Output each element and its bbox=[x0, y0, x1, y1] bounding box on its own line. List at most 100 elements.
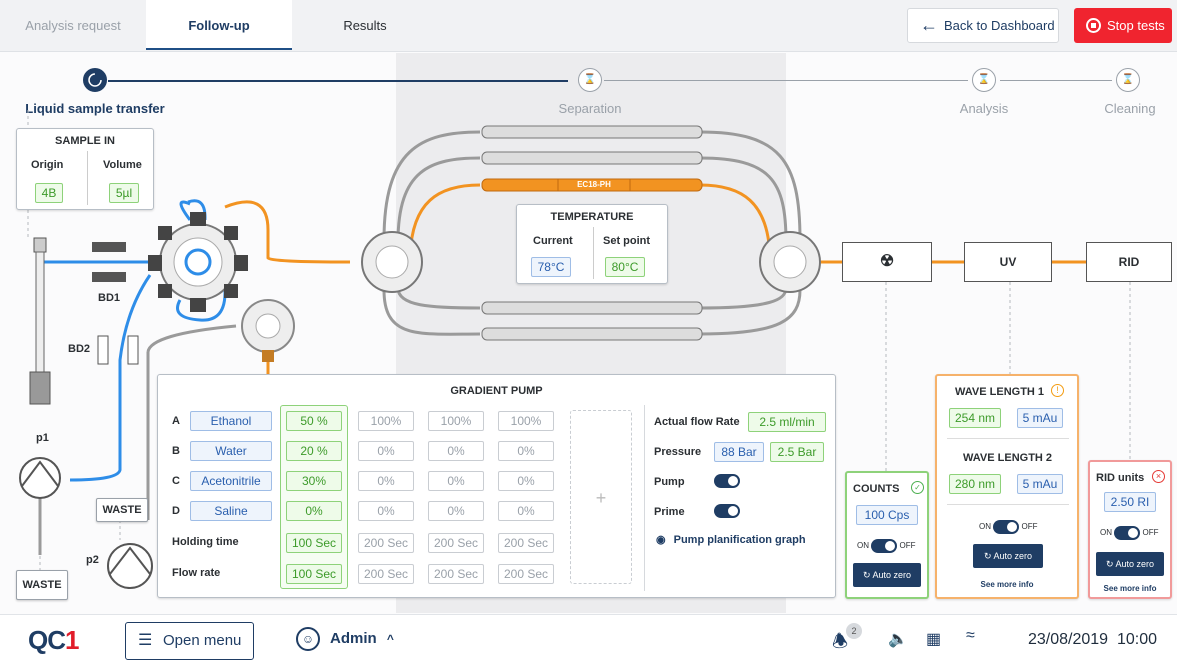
open-menu-label: Open menu bbox=[163, 632, 242, 649]
gradient-percent-cell[interactable]: 0% bbox=[428, 441, 484, 461]
gradient-percent-cell[interactable]: 100% bbox=[358, 411, 414, 431]
holding-time-cell[interactable]: 200 Sec bbox=[498, 533, 554, 553]
gradient-percent-cell[interactable]: 0% bbox=[428, 471, 484, 491]
on-label: ON bbox=[857, 541, 869, 551]
open-menu-button[interactable]: ☰ Open menu bbox=[125, 622, 254, 660]
chevron-up-icon: ^ bbox=[386, 631, 394, 646]
qc1-logo: QC1 bbox=[28, 625, 80, 655]
holding-time-cell[interactable]: 200 Sec bbox=[428, 533, 484, 553]
solvent-name[interactable]: Acetonitrile bbox=[190, 471, 272, 491]
active-step-column[interactable] bbox=[280, 405, 348, 589]
uv-toggle[interactable] bbox=[993, 520, 1020, 534]
gradient-percent-cell[interactable]: 0% bbox=[498, 471, 554, 491]
counts-panel: COUNTS ✓ 100 Cps ON OFF ↻ Auto zero bbox=[845, 471, 929, 599]
divider bbox=[947, 438, 1069, 439]
wl1-value: 5 mAu bbox=[1017, 408, 1063, 428]
on-label: ON bbox=[979, 522, 991, 532]
sample-in-panel: SAMPLE IN Origin Volume 4B 5µl bbox=[16, 128, 154, 210]
refresh-icon: ↻ bbox=[1105, 559, 1114, 569]
autozero-label: Auto zero bbox=[1115, 559, 1155, 569]
network-icon[interactable]: ▦ bbox=[926, 629, 941, 649]
user-menu[interactable]: ☺ Admin ^ bbox=[296, 627, 394, 651]
divider bbox=[947, 504, 1069, 505]
flow-rate-cell[interactable]: 100 Sec bbox=[286, 564, 342, 584]
gradient-percent-cell[interactable]: 100% bbox=[428, 411, 484, 431]
waste-box: WASTE bbox=[96, 498, 148, 522]
gradient-percent-cell[interactable]: 30% bbox=[286, 471, 342, 491]
uv-see-more-link[interactable]: See more info bbox=[957, 580, 1057, 589]
gradient-percent-cell[interactable]: 100% bbox=[498, 411, 554, 431]
wl2-value: 5 mAu bbox=[1017, 474, 1063, 494]
pressure-value: 2.5 Bar bbox=[770, 442, 824, 462]
temperature-title: TEMPERATURE bbox=[550, 211, 634, 223]
off-label: OFF bbox=[899, 541, 916, 551]
gradient-percent-cell[interactable]: 0% bbox=[358, 471, 414, 491]
autozero-label: Auto zero bbox=[993, 551, 1033, 561]
flow-rate-cell[interactable]: 200 Sec bbox=[498, 564, 554, 584]
flow-rate-cell[interactable]: 200 Sec bbox=[358, 564, 414, 584]
avatar-icon: ☺ bbox=[296, 627, 320, 651]
counts-toggle[interactable] bbox=[871, 539, 898, 553]
warning-icon: ! bbox=[1051, 384, 1064, 397]
holding-time-cell[interactable]: 100 Sec bbox=[286, 533, 342, 553]
pump-label: Pump bbox=[654, 476, 685, 488]
notification-count: 2 bbox=[846, 623, 862, 639]
volume-value: 5µl bbox=[109, 183, 139, 203]
flow-rate-label: Flow rate bbox=[172, 567, 221, 579]
counts-on-off[interactable]: ON OFF bbox=[857, 539, 915, 553]
actual-flow-label: Actual flow Rate bbox=[654, 416, 740, 428]
holding-time-cell[interactable]: 200 Sec bbox=[358, 533, 414, 553]
divider bbox=[593, 227, 594, 279]
solvent-name[interactable]: Ethanol bbox=[190, 411, 272, 431]
pump-planification-link[interactable]: ◉ Pump planification graph bbox=[656, 533, 806, 546]
flow-rate-cell[interactable]: 200 Sec bbox=[428, 564, 484, 584]
gradient-percent-cell[interactable]: 0% bbox=[358, 501, 414, 521]
counts-autozero-button[interactable]: ↻ Auto zero bbox=[853, 563, 921, 587]
eye-icon: ◉ bbox=[656, 534, 666, 546]
gradient-percent-cell[interactable]: 0% bbox=[428, 501, 484, 521]
refresh-icon: ↻ bbox=[862, 570, 871, 580]
rid-see-more-link[interactable]: See more info bbox=[1090, 584, 1170, 593]
pressure-label: Pressure bbox=[654, 446, 702, 458]
gradient-percent-cell[interactable]: 0% bbox=[286, 501, 342, 521]
rid-on-off[interactable]: ON OFF bbox=[1100, 526, 1158, 540]
rid-detector[interactable]: RID bbox=[1086, 242, 1172, 282]
holding-time-label: Holding time bbox=[172, 536, 239, 548]
solvent-name[interactable]: Saline bbox=[190, 501, 272, 521]
pump-toggle[interactable] bbox=[714, 474, 740, 488]
on-label: ON bbox=[1100, 528, 1112, 538]
gradient-percent-cell[interactable]: 0% bbox=[358, 441, 414, 461]
column-label[interactable]: EC18-PH bbox=[558, 180, 630, 189]
volume-label: Volume bbox=[103, 159, 142, 171]
gradient-percent-cell[interactable]: 50 % bbox=[286, 411, 342, 431]
counts-value: 100 Cps bbox=[856, 505, 918, 525]
counts-title: COUNTS bbox=[853, 483, 900, 495]
volume-icon[interactable]: 🔈 bbox=[888, 629, 908, 649]
p1-label: p1 bbox=[36, 432, 49, 444]
rid-panel: RID units × 2.50 RI ON OFF ↻ Auto zero S… bbox=[1088, 460, 1172, 599]
divider bbox=[87, 151, 88, 205]
wifi-icon[interactable]: ≈ bbox=[966, 627, 975, 645]
uv-autozero-button[interactable]: ↻ Auto zero bbox=[973, 544, 1043, 568]
uv-detector[interactable]: UV bbox=[964, 242, 1052, 282]
wl1-value: 254 nm bbox=[949, 408, 1001, 428]
gradient-percent-cell[interactable]: 0% bbox=[498, 441, 554, 461]
solvent-name[interactable]: Water bbox=[190, 441, 272, 461]
rid-autozero-button[interactable]: ↻ Auto zero bbox=[1096, 552, 1164, 576]
off-label: OFF bbox=[1021, 522, 1038, 532]
wavelength2-title: WAVE LENGTH 2 bbox=[963, 452, 1053, 464]
waste-box: WASTE bbox=[16, 570, 68, 600]
origin-label: Origin bbox=[31, 159, 64, 171]
add-step-button[interactable]: + bbox=[570, 410, 632, 584]
rid-toggle[interactable] bbox=[1114, 526, 1141, 540]
prime-toggle[interactable] bbox=[714, 504, 740, 518]
user-name: Admin bbox=[330, 629, 377, 647]
gradient-percent-cell[interactable]: 0% bbox=[498, 501, 554, 521]
wavelength1-title: WAVE LENGTH 1 bbox=[955, 386, 1045, 398]
refresh-icon: ↻ bbox=[983, 551, 992, 561]
wl2-value: 280 nm bbox=[949, 474, 1001, 494]
current-temp-value: 78°C bbox=[531, 257, 571, 277]
radiation-detector[interactable]: ☢ bbox=[842, 242, 932, 282]
gradient-percent-cell[interactable]: 20 % bbox=[286, 441, 342, 461]
uv-on-off[interactable]: ON OFF bbox=[979, 520, 1037, 534]
